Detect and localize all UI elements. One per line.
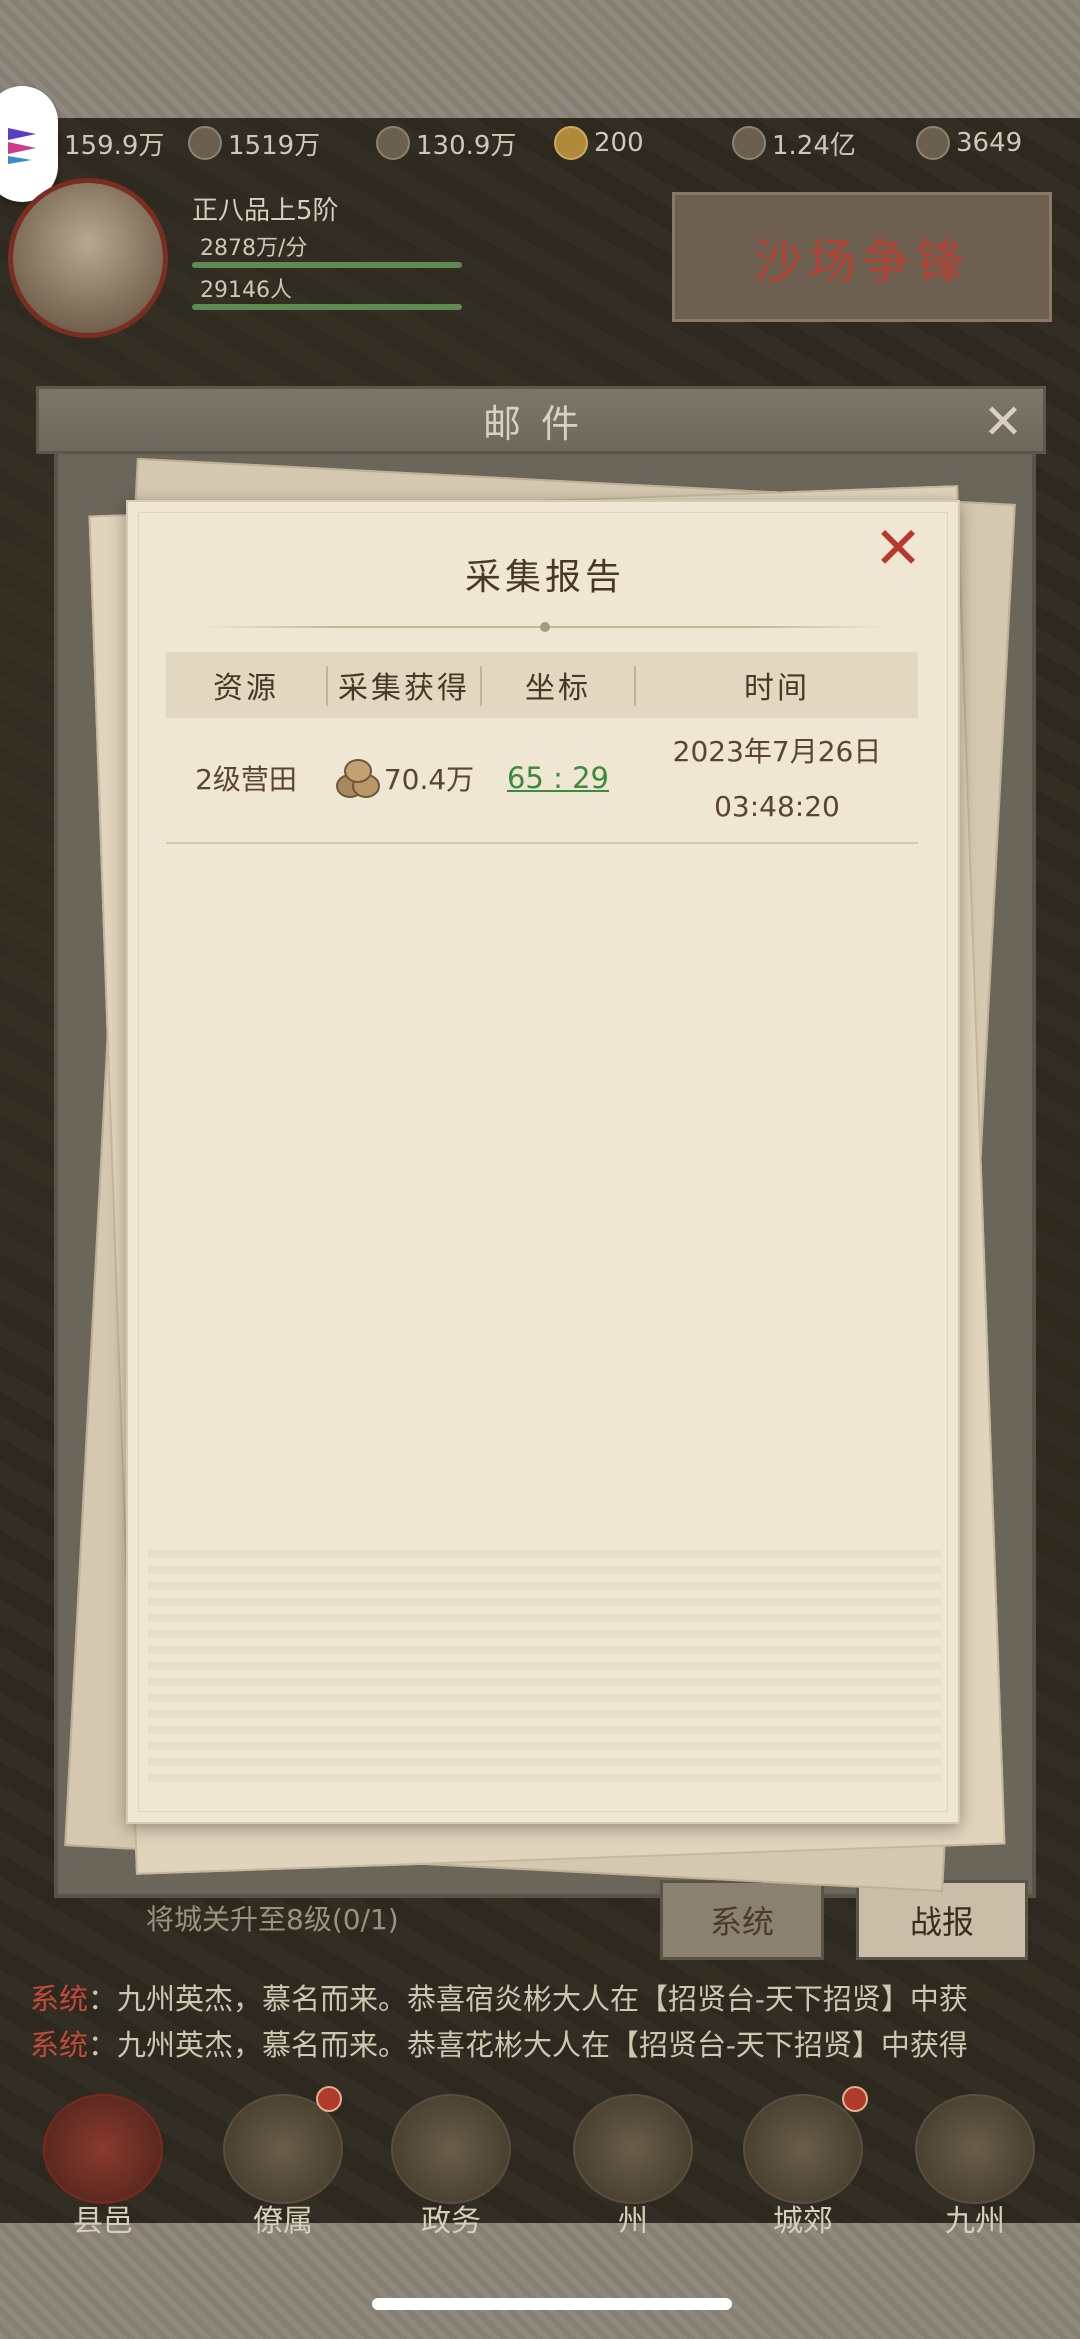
coordinate-link[interactable]: 65 : 29: [507, 761, 609, 795]
suburb-icon: [743, 2094, 863, 2204]
resource-wood[interactable]: 1519万: [188, 120, 320, 166]
rate-bar: [192, 262, 462, 268]
mail-title: 邮件: [482, 401, 599, 446]
bottom-frame: [0, 2223, 1080, 2339]
grain-sack-icon: [335, 759, 380, 798]
top-frame: [0, 0, 1080, 118]
nav-county[interactable]: 县邑: [28, 2090, 178, 2240]
chat-tag: 系统: [30, 2028, 89, 2062]
nav-label: 县邑: [73, 2204, 133, 2239]
resource-silver[interactable]: 159.9万: [64, 120, 164, 166]
resource-value: 1519万: [228, 130, 321, 161]
resource-value: 1.24亿: [772, 130, 856, 161]
resource-copper[interactable]: 1.24亿: [732, 120, 856, 166]
nav-affairs[interactable]: 政务: [376, 2090, 526, 2240]
resource-ingot[interactable]: 3649: [916, 120, 1022, 166]
home-indicator[interactable]: [372, 2298, 732, 2310]
resource-value: 3649: [956, 128, 1023, 158]
mail-close-icon[interactable]: ✕: [975, 394, 1031, 450]
event-banner-label: 沙场争锋: [753, 234, 970, 290]
player-rank: 正八品上5阶: [192, 196, 339, 226]
column-header: 时间: [744, 671, 810, 706]
nav-nine-states[interactable]: 九州: [900, 2090, 1050, 2240]
report-dialog: 采集报告 ✕ 资源 采集获得 坐标 时间 2级营田 70.4万 65 : 29 …: [126, 500, 960, 1824]
resource-value: 200: [594, 128, 644, 158]
nav-label: 九州: [945, 2204, 1005, 2239]
avatar[interactable]: [8, 178, 168, 338]
chat-line[interactable]: 系统：九州英杰，慕名而来。恭喜花彬大人在【招贤台-天下招贤】中获得: [30, 2022, 1080, 2064]
copper-coin-icon: [732, 126, 766, 160]
report-date: 2023年7月26日: [672, 735, 882, 768]
wood-icon: [188, 126, 222, 160]
row-divider: [166, 842, 918, 844]
population-bar: [192, 304, 462, 310]
nav-suburb[interactable]: 城郊: [728, 2090, 878, 2240]
column-header: 坐标: [525, 671, 591, 706]
mail-titlebar: 邮件 ✕: [36, 386, 1046, 454]
task-hint: 将城关升至8级(0/1): [146, 1903, 399, 1936]
resource-value: 130.9万: [416, 130, 517, 161]
report-title: 采集报告: [464, 557, 625, 598]
resource-value: 159.9万: [64, 130, 165, 161]
nav-label: 城郊: [773, 2204, 833, 2239]
notification-dot: [842, 2086, 868, 2112]
resource-gold[interactable]: 200: [554, 120, 644, 166]
affairs-icon: [391, 2094, 511, 2204]
nine-states-icon: [915, 2094, 1035, 2204]
chat-line[interactable]: 系统：九州英杰，慕名而来。恭喜宿炎彬大人在【招贤台-天下招贤】中获: [30, 1976, 1080, 2018]
table-header: 资源 采集获得 坐标 时间: [166, 652, 918, 718]
gain-value: 70.4万: [383, 763, 475, 796]
nav-staff[interactable]: 僚属: [208, 2090, 358, 2240]
gold-coin-icon: [554, 126, 588, 160]
divider-ornament: [540, 622, 550, 632]
county-icon: [43, 2094, 163, 2204]
chat-tag: 系统: [30, 1982, 89, 2016]
coord-cell: 65 : 29: [482, 746, 634, 810]
state-icon: [573, 2094, 693, 2204]
gain-cell: 70.4万: [328, 746, 480, 810]
player-rate: 2878万/分: [200, 236, 308, 261]
event-banner[interactable]: 沙场争锋: [672, 192, 1052, 322]
resource-bar: 159.9万 1519万 130.9万 200 1.24亿 3649: [60, 120, 1070, 166]
tab-label: 系统: [709, 1903, 774, 1941]
tab-label: 战报: [909, 1903, 974, 1941]
nav-label: 州: [618, 2204, 648, 2239]
grain-icon: [376, 126, 410, 160]
player-population: 29146人: [200, 278, 292, 303]
nav-label: 僚属: [253, 2204, 313, 2239]
tab-system[interactable]: 系统: [660, 1880, 824, 1960]
assistive-logo-icon[interactable]: [0, 86, 58, 202]
resource-grain[interactable]: 130.9万: [376, 120, 516, 166]
close-icon[interactable]: ✕: [868, 514, 928, 582]
report-time: 03:48:20: [714, 789, 840, 823]
column-header: 资源: [213, 671, 279, 706]
ingot-icon: [916, 126, 950, 160]
paper-watermark: [148, 1542, 942, 1782]
column-header: 采集获得: [338, 671, 470, 706]
resource-name: 2级营田: [195, 763, 297, 796]
chat-text: ：九州英杰，慕名而来。恭喜宿炎彬大人在【招贤台-天下招贤】中获: [88, 1982, 968, 2016]
notification-dot: [316, 2086, 342, 2112]
chat-text: ：九州英杰，慕名而来。恭喜花彬大人在【招贤台-天下招贤】中获得: [88, 2028, 968, 2062]
nav-label: 政务: [421, 2204, 481, 2239]
nav-state[interactable]: 州: [558, 2090, 708, 2240]
